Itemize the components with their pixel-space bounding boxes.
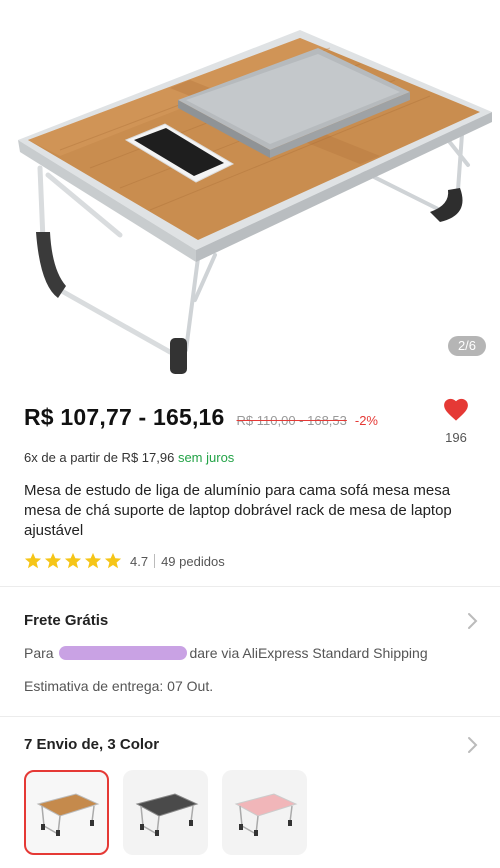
discount-badge: -2% (354, 413, 378, 428)
delivery-estimate: Estimativa de entrega: 07 Out. (24, 678, 214, 694)
star-rating (24, 552, 122, 570)
section-divider (0, 716, 500, 717)
image-counter: 2/6 (448, 336, 486, 356)
divider (154, 554, 156, 568)
redacted-address (59, 646, 188, 660)
shipping-destination: Para dare via AliExpress Standard Shippi… (24, 645, 428, 661)
heart-icon (444, 398, 468, 421)
section-divider (0, 586, 500, 587)
variant-options (24, 770, 307, 855)
variants-title[interactable]: 7 Envio de, 3 Color (24, 736, 159, 753)
wishlist-button[interactable]: 196 (440, 396, 472, 445)
interest-free-label: sem juros (177, 450, 235, 465)
star-icon (104, 552, 122, 569)
shipping-title[interactable]: Frete Grátis (24, 612, 108, 629)
variant-thumbnail-black (135, 792, 198, 836)
product-photo (18, 30, 492, 374)
rating-row[interactable]: 4.7 49 pedidos (24, 552, 225, 570)
chevron-right-icon[interactable] (466, 736, 478, 754)
product-image-gallery[interactable]: 2/6 (0, 0, 500, 380)
variant-option-pink[interactable] (222, 770, 307, 855)
variant-option-wood[interactable] (24, 770, 109, 855)
star-icon (24, 552, 42, 569)
installments-text: 6x de a partir de R$ 17,96 (24, 450, 175, 465)
rating-score: 4.7 (130, 553, 149, 569)
installments-info: 6x de a partir de R$ 17,96 sem juros (24, 450, 234, 465)
chevron-right-icon[interactable] (466, 612, 478, 630)
star-icon (64, 552, 82, 569)
original-price: R$ 110,00 - 168,53 (236, 413, 347, 428)
orders-count: 49 pedidos (161, 553, 225, 569)
wishlist-count: 196 (445, 430, 467, 445)
shipping-method: dare via AliExpress Standard Shipping (189, 645, 428, 661)
variant-thumbnail-pink (234, 792, 297, 836)
product-title: Mesa de estudo de liga de alumínio para … (24, 482, 452, 539)
variant-thumbnail-wood (36, 792, 99, 836)
price-row: R$ 107,77 - 165,16 R$ 110,00 - 168,53 -2… (24, 404, 444, 431)
price-range: R$ 107,77 - 165,16 (24, 404, 225, 430)
variant-option-black[interactable] (123, 770, 208, 855)
star-icon (84, 552, 102, 569)
star-icon (44, 552, 62, 569)
shipping-to-label: Para (24, 645, 54, 661)
